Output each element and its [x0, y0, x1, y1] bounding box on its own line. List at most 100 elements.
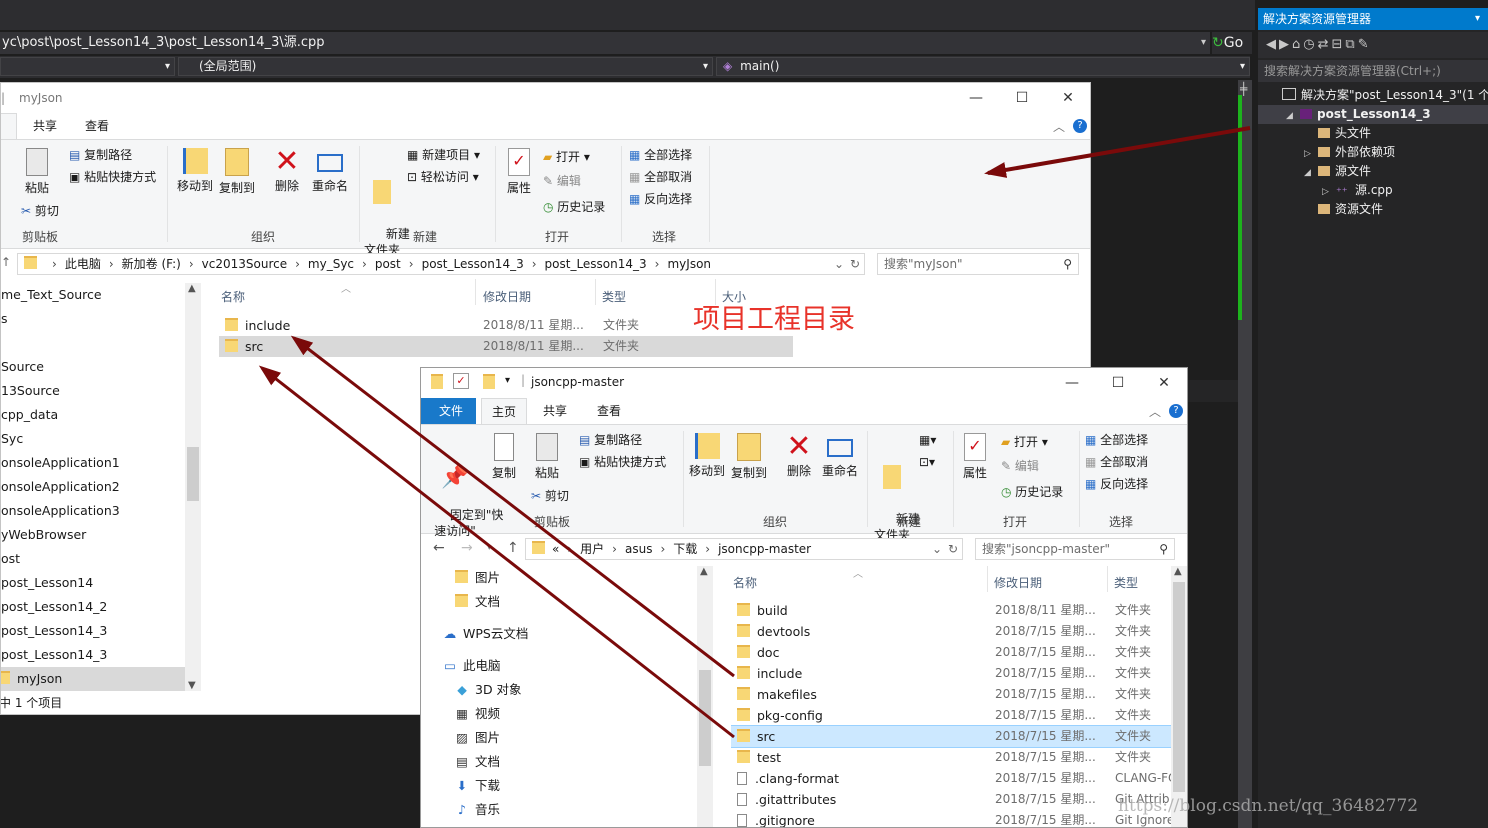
column-type[interactable]: 类型 [602, 288, 626, 305]
edit-button[interactable]: ✎ 编辑 [543, 172, 581, 190]
nav-item[interactable]: onsoleApplication1 [1, 451, 185, 475]
column-name[interactable]: 名称 [221, 288, 245, 305]
help-icon[interactable]: ? [1169, 404, 1183, 418]
edit-button[interactable]: ✎ 编辑 [1001, 457, 1039, 475]
cut-button[interactable]: ✂ 剪切 [21, 202, 59, 220]
nav-item[interactable]: Source [1, 355, 185, 379]
scroll-up-icon[interactable]: ▲ [1174, 566, 1182, 577]
nav-item[interactable]: post_Lesson14_3 [1, 643, 185, 667]
file-row[interactable]: .gitignore 2018/7/15 星期... Git Ignore [731, 810, 1171, 827]
address-bar[interactable]: « › 用户 › asus › 下载 › jsoncpp-master ⌄ ↻ [525, 538, 963, 560]
nav-item[interactable]: ◆ 3D 对象 [455, 678, 521, 702]
nav-item[interactable]: yWebBrowser [1, 523, 185, 547]
tree-item[interactable]: ▷ ⁺⁺ 源.cpp [1258, 181, 1488, 200]
open-button[interactable]: ▰ 打开 ▾ [543, 148, 590, 166]
up-arrow-icon[interactable]: ↑ [1, 255, 11, 269]
file-list-scrollbar-thumb[interactable] [1173, 582, 1185, 792]
select-none-button[interactable]: ▦ 全部取消 [1085, 453, 1148, 471]
copy-button[interactable]: 复制 [489, 433, 519, 481]
home-icon[interactable]: ⌂ [1292, 37, 1303, 52]
move-to-button[interactable]: 移动到 [687, 433, 727, 479]
column-name[interactable]: 名称 [733, 574, 757, 591]
nav-scrollbar[interactable]: ▲ [697, 566, 713, 827]
breadcrumb-item[interactable]: my_Syc [308, 257, 354, 271]
nav-item[interactable]: ⬇ 下载 [455, 774, 500, 798]
nav-item[interactable]: cpp_data [1, 403, 185, 427]
tab-home[interactable]: 主页 [481, 398, 528, 424]
tree-item[interactable]: ◢ post_Lesson14_3 [1258, 105, 1488, 124]
delete-button[interactable]: ✕ 删除 [269, 146, 305, 194]
vs-go-button[interactable]: ↻Go [1212, 32, 1252, 54]
history-button[interactable]: ◷ 历史记录 [543, 198, 605, 216]
breadcrumb-separator-icon[interactable]: › [655, 257, 660, 271]
file-row[interactable]: makefiles 2018/7/15 星期... 文件夹 [731, 684, 1171, 705]
file-row[interactable]: include 2018/7/15 星期... 文件夹 [731, 663, 1171, 684]
maximize-button[interactable]: ☐ [999, 83, 1045, 113]
search-input[interactable]: 搜索"myJson" ⚲ [877, 253, 1079, 275]
breadcrumb-item[interactable]: jsoncpp-master [718, 542, 811, 556]
file-row[interactable]: build 2018/8/11 星期... 文件夹 [731, 600, 1171, 621]
split-icon[interactable]: ╪ [1240, 82, 1247, 96]
tree-item[interactable]: 资源文件 [1258, 200, 1488, 219]
rename-button[interactable]: 重命名 [309, 148, 351, 194]
chevron-down-icon[interactable]: ▾ [1201, 32, 1206, 54]
nav-item[interactable]: post_Lesson14 [1, 571, 185, 595]
column-date[interactable]: 修改日期 [994, 574, 1042, 591]
breadcrumb-item[interactable]: vc2013Source [202, 257, 287, 271]
breadcrumb-separator-icon[interactable]: › [295, 257, 300, 271]
solution-search-input[interactable]: 搜索解决方案资源管理器(Ctrl+;) [1258, 60, 1488, 82]
breadcrumb-item[interactable]: 新加卷 (F:) [122, 257, 181, 271]
select-all-button[interactable]: ▦ 全部选择 [1085, 431, 1148, 449]
paste-button[interactable]: 粘贴 [531, 433, 563, 481]
forward-icon[interactable]: ▶ [1279, 37, 1292, 52]
breadcrumb-separator-icon[interactable]: › [567, 542, 572, 556]
rename-button[interactable]: 重命名 [819, 433, 861, 479]
nav-item[interactable] [1, 331, 185, 355]
copy-to-button[interactable]: 复制到 [729, 433, 769, 481]
function-dropdown[interactable]: ◈ main() ▾ [716, 57, 1250, 76]
breadcrumb-item[interactable]: 此电脑 [65, 257, 101, 271]
nav-item[interactable]: ▤ 文档 [455, 750, 500, 774]
tab-view[interactable]: 查看 [587, 398, 631, 424]
new-item-button[interactable]: ▦▾ [919, 431, 936, 449]
breadcrumb-item[interactable]: 下载 [673, 542, 697, 556]
minimize-button[interactable]: — [1049, 368, 1095, 398]
tab-view[interactable]: 查看 [75, 113, 119, 139]
breadcrumb-separator-icon[interactable]: › [532, 257, 537, 271]
nav-scrollbar-thumb[interactable] [187, 447, 199, 501]
scroll-up-icon[interactable]: ▲ [700, 566, 708, 577]
history-button[interactable]: ◷ 历史记录 [1001, 483, 1063, 501]
breadcrumb-separator-icon[interactable]: › [705, 542, 710, 556]
help-icon[interactable]: ? [1073, 119, 1087, 133]
nav-item[interactable]: ost [1, 547, 185, 571]
minimize-button[interactable]: — [953, 83, 999, 113]
back-icon[interactable]: ← [433, 540, 445, 556]
address-bar[interactable]: › 此电脑 › 新加卷 (F:) › vc2013Source › my_Syc › post › p… [17, 253, 865, 275]
project-dropdown[interactable]: ▾ [0, 57, 175, 76]
tab-share[interactable]: 共享 [23, 113, 67, 139]
file-row[interactable]: src 2018/8/11 星期... 文件夹 [219, 336, 793, 357]
breadcrumb-separator-icon[interactable]: › [409, 257, 414, 271]
nav-item[interactable]: ▭ 此电脑 [443, 654, 500, 678]
nav-item[interactable]: ▨ 图片 [455, 726, 500, 750]
tree-item[interactable]: 解决方案"post_Lesson14_3"(1 个项目 [1258, 86, 1488, 105]
easy-access-button[interactable]: ⊡ 轻松访问 ▾ [407, 168, 479, 186]
up-arrow-icon[interactable]: ↑ [507, 540, 519, 556]
collapse-icon[interactable]: ⊟ [1332, 37, 1346, 52]
nav-item[interactable]: me_Text_Source [1, 283, 185, 307]
cut-button[interactable]: ✂ 剪切 [531, 487, 569, 505]
delete-button[interactable]: ✕ 删除 [781, 431, 817, 479]
collapse-ribbon-icon[interactable]: ︿ [1149, 403, 1161, 420]
tree-item[interactable]: 头文件 [1258, 124, 1488, 143]
scroll-up-icon[interactable]: ▲ [188, 283, 196, 294]
select-all-button[interactable]: ▦ 全部选择 [629, 146, 692, 164]
nav-item[interactable]: s [1, 307, 185, 331]
breadcrumb-separator-icon[interactable]: › [189, 257, 194, 271]
customize-qat-icon[interactable]: ▾ [505, 375, 510, 386]
vs-file-path[interactable]: yc\post\post_Lesson14_3\post_Lesson14_3\… [0, 32, 1210, 54]
file-row[interactable]: .gitattributes 2018/7/15 星期... Git Attrib [731, 789, 1171, 810]
invert-selection-button[interactable]: ▦ 反向选择 [629, 190, 692, 208]
paste-shortcut-button[interactable]: ▣ 粘贴快捷方式 [579, 453, 666, 471]
recent-locations-icon[interactable]: ▾ [487, 543, 492, 553]
nav-item[interactable]: onsoleApplication2 [1, 475, 185, 499]
